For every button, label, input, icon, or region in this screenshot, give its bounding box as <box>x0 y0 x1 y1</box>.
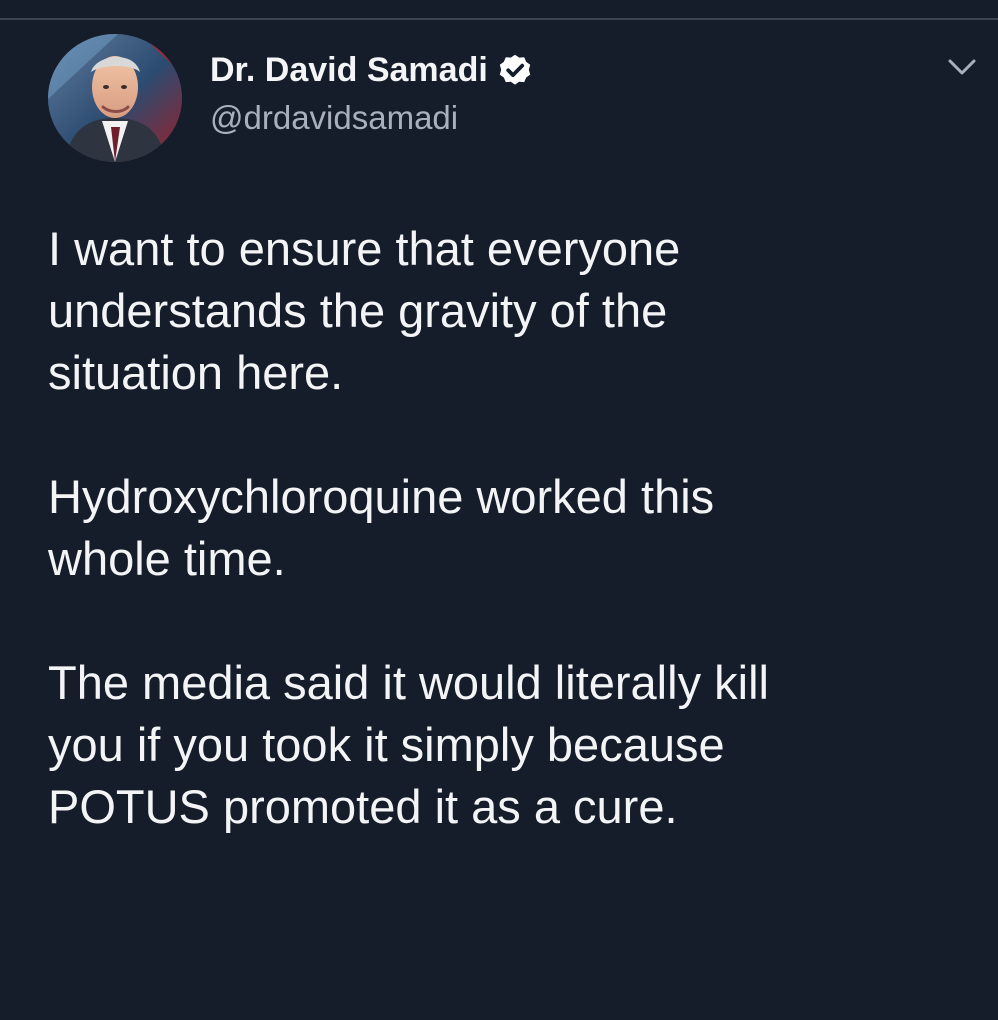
top-divider <box>0 0 998 20</box>
avatar[interactable] <box>48 34 182 162</box>
author-name-row[interactable]: Dr. David Samadi <box>210 48 532 92</box>
tweet-paragraph-3: The media said it would literally kill y… <box>48 656 769 833</box>
author-handle[interactable]: @drdavidsamadi <box>210 96 458 140</box>
chevron-down-icon[interactable] <box>943 48 981 86</box>
verified-badge-icon <box>499 54 530 85</box>
tweet-screenshot: Dr. David Samadi @drdavidsamadi I want t… <box>0 0 998 1020</box>
tweet-text: I want to ensure that everyone understan… <box>48 218 978 838</box>
tweet-header: Dr. David Samadi @drdavidsamadi <box>48 34 978 164</box>
tweet-paragraph-2: Hydroxychloroquine worked this whole tim… <box>48 470 715 585</box>
author-display-name[interactable]: Dr. David Samadi <box>210 48 488 92</box>
tweet-paragraph-1: I want to ensure that everyone understan… <box>48 222 681 399</box>
